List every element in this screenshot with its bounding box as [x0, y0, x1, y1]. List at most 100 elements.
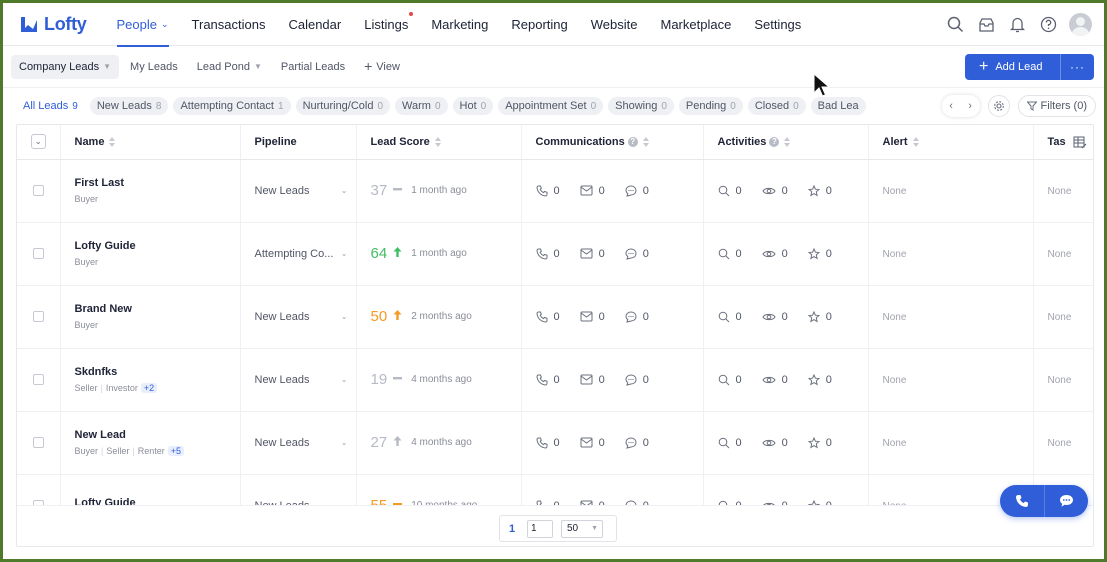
more-tags-badge[interactable]: +5: [167, 446, 184, 456]
row-checkbox[interactable]: [32, 248, 44, 260]
pipeline-select[interactable]: New Leads ⌄: [255, 374, 356, 386]
sort-icon[interactable]: [784, 136, 791, 147]
add-lead-button[interactable]: + Add Lead ···: [965, 54, 1094, 80]
message-count-group[interactable]: 0: [625, 185, 649, 197]
lead-name[interactable]: First Last: [75, 177, 240, 189]
filters-button[interactable]: Filters (0): [1017, 95, 1096, 117]
pipeline-cell[interactable]: New Leads ⌄: [240, 348, 357, 412]
stage-chip[interactable]: Closed 0: [747, 97, 806, 115]
chip-scroll-arrows[interactable]: ‹ ›: [941, 95, 980, 117]
phone-count-group[interactable]: 0: [535, 437, 560, 449]
eye-count-group[interactable]: 0: [762, 437, 788, 449]
nav-item-people[interactable]: People ⌄: [116, 3, 169, 47]
stage-chip[interactable]: Showing 0: [608, 97, 674, 115]
mail-count-group[interactable]: 0: [580, 311, 605, 323]
nav-item-marketing[interactable]: Marketing: [431, 3, 488, 46]
nav-item-calendar[interactable]: Calendar: [288, 3, 341, 46]
pipeline-cell[interactable]: New Leads ⌄: [240, 159, 357, 223]
lead-name[interactable]: Skdnfks: [75, 366, 240, 378]
nav-item-website[interactable]: Website: [591, 3, 638, 46]
tab-lead-pond[interactable]: Lead Pond ▼: [189, 55, 270, 79]
stage-chip[interactable]: New Leads 8: [89, 97, 169, 115]
stage-chip[interactable]: Nurturing/Cold 0: [295, 97, 391, 115]
table-row[interactable]: New Lead Buyer | Seller | Renter +5 New Leads ⌄ 2…: [17, 411, 1093, 475]
lead-name-cell[interactable]: Lofty Guide Buyer: [60, 222, 241, 286]
star-count-group[interactable]: 0: [807, 436, 832, 449]
mail-count-group[interactable]: 0: [580, 374, 605, 386]
row-checkbox[interactable]: [32, 374, 44, 386]
nav-item-listings[interactable]: Listings: [364, 3, 414, 46]
row-checkbox[interactable]: [32, 311, 44, 323]
add-lead-more-icon[interactable]: ···: [1061, 54, 1094, 80]
column-alert[interactable]: Alert: [868, 125, 1034, 160]
message-count-group[interactable]: 0: [625, 311, 649, 323]
phone-count-group[interactable]: 0: [535, 311, 560, 323]
inbox-icon[interactable]: [976, 14, 997, 35]
table-row[interactable]: First Last Buyer New Leads ⌄ 37 1 month ago 0 0…: [17, 159, 1093, 223]
tab-my-leads[interactable]: My Leads: [122, 55, 186, 79]
row-checkbox[interactable]: [32, 185, 44, 197]
column-lead-score[interactable]: Lead Score: [356, 125, 522, 160]
pipeline-select[interactable]: Attempting Co... ⌄: [255, 248, 356, 260]
star-count-group[interactable]: 0: [807, 373, 832, 386]
brand-logo[interactable]: Lofty: [19, 14, 87, 35]
search-count-group[interactable]: 0: [718, 248, 742, 260]
phone-count-group[interactable]: 0: [535, 248, 560, 260]
chevron-right-icon[interactable]: ›: [968, 100, 972, 112]
help-icon[interactable]: ?: [769, 136, 780, 147]
page-jump-input[interactable]: 1: [527, 519, 553, 538]
search-count-group[interactable]: 0: [718, 374, 742, 386]
search-icon[interactable]: [945, 14, 966, 35]
mail-count-group[interactable]: 0: [580, 185, 605, 197]
eye-count-group[interactable]: 0: [762, 185, 788, 197]
help-icon[interactable]: ?: [627, 136, 638, 147]
lead-name-cell[interactable]: Skdnfks Seller | Investor +2: [60, 348, 241, 412]
lead-name[interactable]: Lofty Guide: [75, 240, 240, 252]
mail-count-group[interactable]: 0: [580, 437, 605, 449]
lead-name[interactable]: New Lead: [75, 429, 240, 441]
help-icon[interactable]: [1038, 14, 1059, 35]
star-count-group[interactable]: 0: [807, 247, 832, 260]
search-count-group[interactable]: 0: [718, 185, 742, 197]
pipeline-cell[interactable]: New Leads ⌄: [240, 285, 357, 349]
search-count-group[interactable]: 0: [718, 437, 742, 449]
pipeline-select[interactable]: New Leads ⌄: [255, 437, 356, 449]
add-lead-main[interactable]: + Add Lead: [965, 54, 1061, 80]
column-activities[interactable]: Activities?: [703, 125, 869, 160]
select-all-checkbox[interactable]: ⌄: [30, 134, 46, 150]
message-count-group[interactable]: 0: [625, 248, 649, 260]
lead-name-cell[interactable]: New Lead Buyer | Seller | Renter +5: [60, 411, 241, 475]
nav-item-settings[interactable]: Settings: [754, 3, 801, 46]
user-avatar[interactable]: [1069, 13, 1092, 36]
table-row[interactable]: Skdnfks Seller | Investor +2 New Leads ⌄ 19 4 mo…: [17, 348, 1093, 412]
nav-item-marketplace[interactable]: Marketplace: [661, 3, 732, 46]
table-row[interactable]: Lofty Guide Buyer Attempting Co... ⌄ 64 1 mon…: [17, 222, 1093, 286]
tab-partial-leads[interactable]: Partial Leads: [273, 55, 353, 79]
message-count-group[interactable]: 0: [625, 374, 649, 386]
lead-name[interactable]: Brand New: [75, 303, 240, 315]
table-row[interactable]: Brand New Buyer New Leads ⌄ 50 2 months ago 0 0…: [17, 285, 1093, 349]
mail-count-group[interactable]: 0: [580, 248, 605, 260]
more-tags-badge[interactable]: +2: [140, 383, 158, 393]
message-count-group[interactable]: 0: [625, 437, 649, 449]
stage-chip[interactable]: Bad Lea: [810, 97, 866, 115]
stage-chip[interactable]: Hot 0: [452, 97, 494, 115]
eye-count-group[interactable]: 0: [762, 311, 788, 323]
phone-call-button[interactable]: [1000, 485, 1045, 517]
column-communications[interactable]: Communications?: [521, 125, 704, 160]
chat-button[interactable]: [1045, 485, 1089, 517]
star-count-group[interactable]: 0: [807, 310, 832, 323]
nav-item-transactions[interactable]: Transactions: [192, 3, 266, 46]
sort-icon[interactable]: [109, 136, 116, 147]
search-count-group[interactable]: 0: [718, 311, 742, 323]
star-count-group[interactable]: 0: [807, 184, 832, 197]
sort-icon[interactable]: [642, 136, 649, 147]
stage-chip[interactable]: Appointment Set 0: [498, 97, 604, 115]
chevron-left-icon[interactable]: ‹: [949, 100, 953, 112]
sort-icon[interactable]: [434, 136, 441, 147]
pipeline-cell[interactable]: New Leads ⌄: [240, 411, 357, 475]
stage-chip[interactable]: Pending 0: [678, 97, 743, 115]
phone-count-group[interactable]: 0: [535, 374, 560, 386]
eye-count-group[interactable]: 0: [762, 248, 788, 260]
current-page[interactable]: 1: [505, 523, 519, 535]
